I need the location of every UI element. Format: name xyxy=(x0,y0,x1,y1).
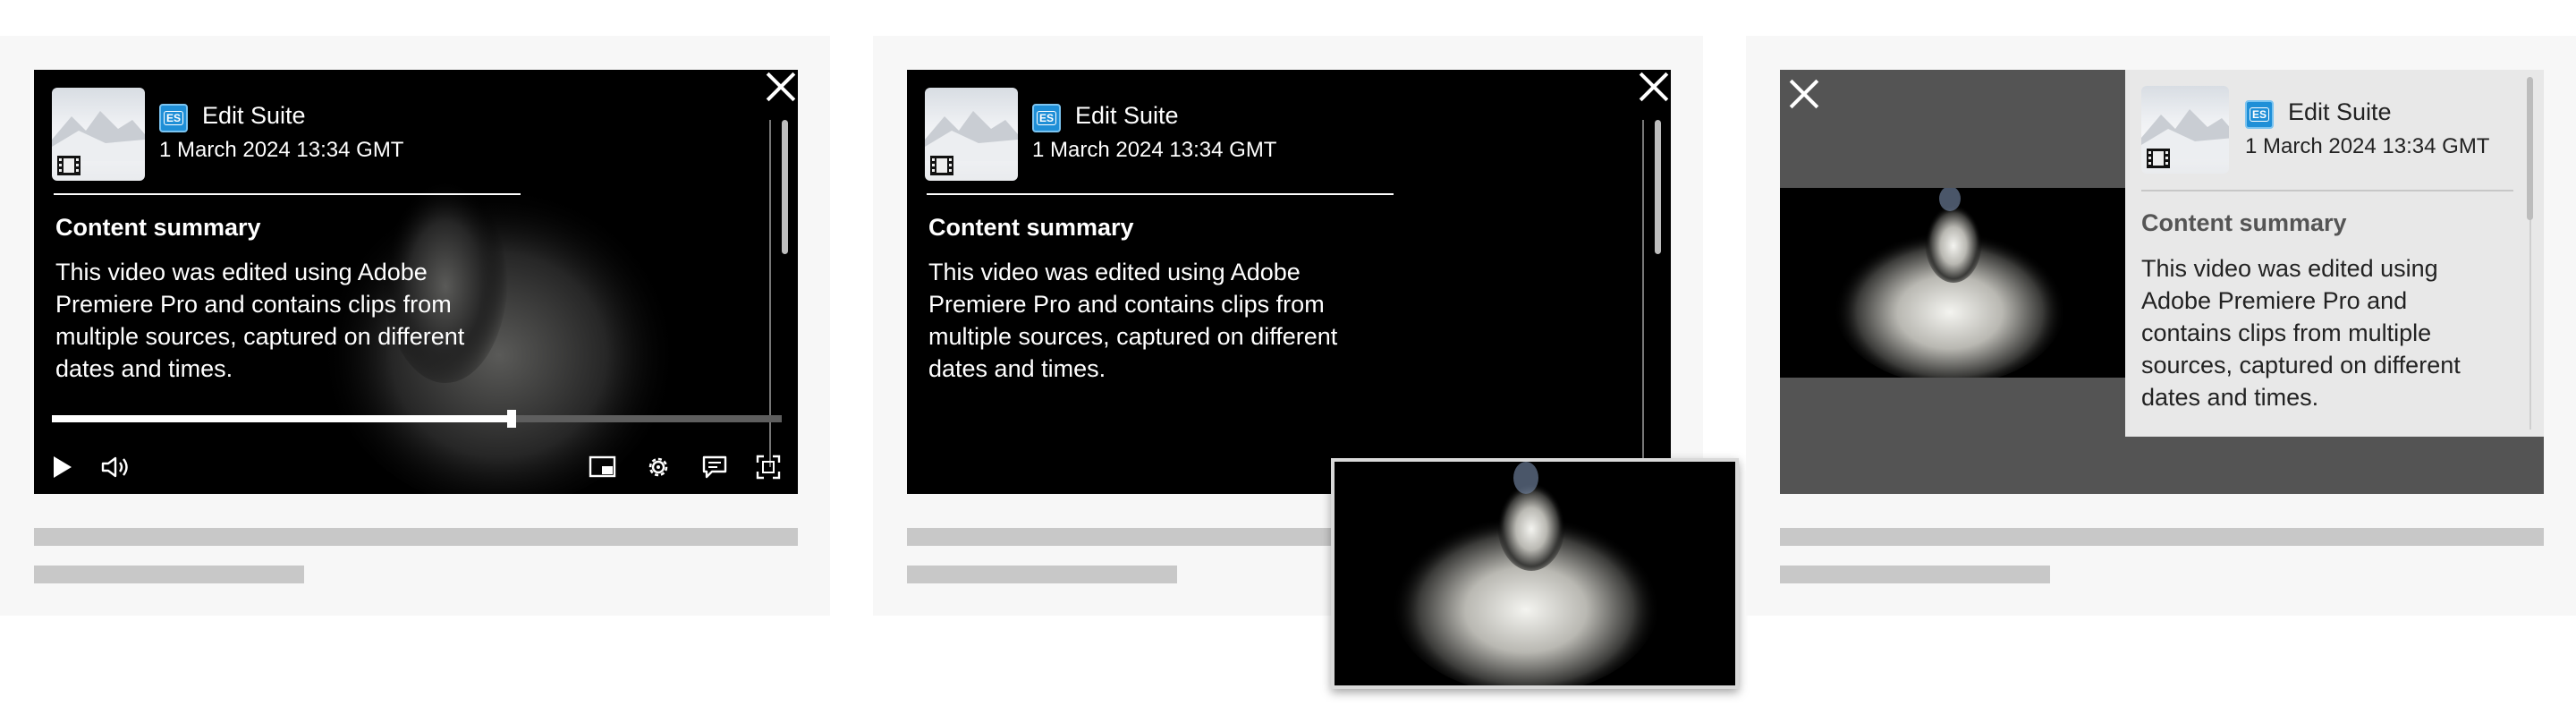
summary-title: Content summary xyxy=(55,214,261,241)
summary-text: This video was edited using Adobe Premie… xyxy=(2141,255,2461,411)
app-name: Edit Suite xyxy=(1075,102,1179,129)
close-icon[interactable] xyxy=(766,72,796,102)
floating-video-player[interactable] xyxy=(1331,458,1739,689)
card-side-panel: ES Edit Suite 1 March 2024 13:34 GMT Con… xyxy=(1746,36,2576,616)
video-frame xyxy=(1392,462,1660,685)
film-icon xyxy=(57,156,80,175)
skeleton-line-short xyxy=(34,566,304,583)
fullscreen-icon[interactable] xyxy=(755,454,782,481)
divider xyxy=(927,193,1394,195)
skeleton-line-long xyxy=(34,528,798,546)
video-player[interactable]: ES Edit Suite 1 March 2024 13:34 GMT Con… xyxy=(907,70,1671,494)
progress-fill xyxy=(52,415,512,422)
skeleton-line-short xyxy=(1780,566,2050,583)
scrollbar-thumb[interactable] xyxy=(1655,120,1661,254)
film-icon xyxy=(930,156,953,175)
edit-suite-logo-icon: ES xyxy=(159,104,188,132)
picture-in-picture-icon[interactable] xyxy=(589,455,617,480)
app-name: Edit Suite xyxy=(2288,98,2392,125)
play-icon[interactable] xyxy=(50,455,75,480)
content-date: 1 March 2024 13:34 GMT xyxy=(159,138,404,162)
app-name: Edit Suite xyxy=(202,102,306,129)
scrollbar-thumb[interactable] xyxy=(2527,77,2533,220)
summary-text: This video was edited using Adobe Premie… xyxy=(55,259,465,382)
video-player[interactable]: ES Edit Suite 1 March 2024 13:34 GMT Con… xyxy=(1780,70,2544,494)
summary-text: This video was edited using Adobe Premie… xyxy=(928,259,1338,382)
scroll-track[interactable] xyxy=(1642,120,1644,494)
video-player[interactable]: ES Edit Suite 1 March 2024 13:34 GMT Con… xyxy=(34,70,798,494)
video-frame xyxy=(1780,188,2125,378)
divider xyxy=(2141,190,2513,191)
divider xyxy=(54,193,521,195)
close-icon[interactable] xyxy=(1789,79,1819,109)
content-credentials-panel: ES Edit Suite 1 March 2024 13:34 GMT Con… xyxy=(2125,70,2544,437)
content-thumbnail xyxy=(2141,86,2229,174)
edit-suite-logo-icon: ES xyxy=(1032,104,1061,132)
card-player-controls: ES Edit Suite 1 March 2024 13:34 GMT Con… xyxy=(0,36,830,616)
summary-title: Content summary xyxy=(928,214,1134,241)
summary-title: Content summary xyxy=(2141,209,2347,236)
content-date: 1 March 2024 13:34 GMT xyxy=(2245,134,2490,158)
gear-icon[interactable] xyxy=(645,454,672,481)
film-icon xyxy=(2147,149,2170,168)
close-icon[interactable] xyxy=(1639,72,1669,102)
skeleton-line-short xyxy=(907,566,1177,583)
edit-suite-logo-icon: ES xyxy=(2245,100,2274,129)
skeleton-line-long xyxy=(1780,528,2544,546)
content-thumbnail xyxy=(925,88,1018,181)
volume-icon[interactable] xyxy=(100,455,131,480)
captions-icon[interactable] xyxy=(701,454,728,481)
progress-handle[interactable] xyxy=(507,410,516,428)
content-thumbnail xyxy=(52,88,145,181)
content-date: 1 March 2024 13:34 GMT xyxy=(1032,138,1277,162)
scrollbar-thumb[interactable] xyxy=(782,120,788,254)
